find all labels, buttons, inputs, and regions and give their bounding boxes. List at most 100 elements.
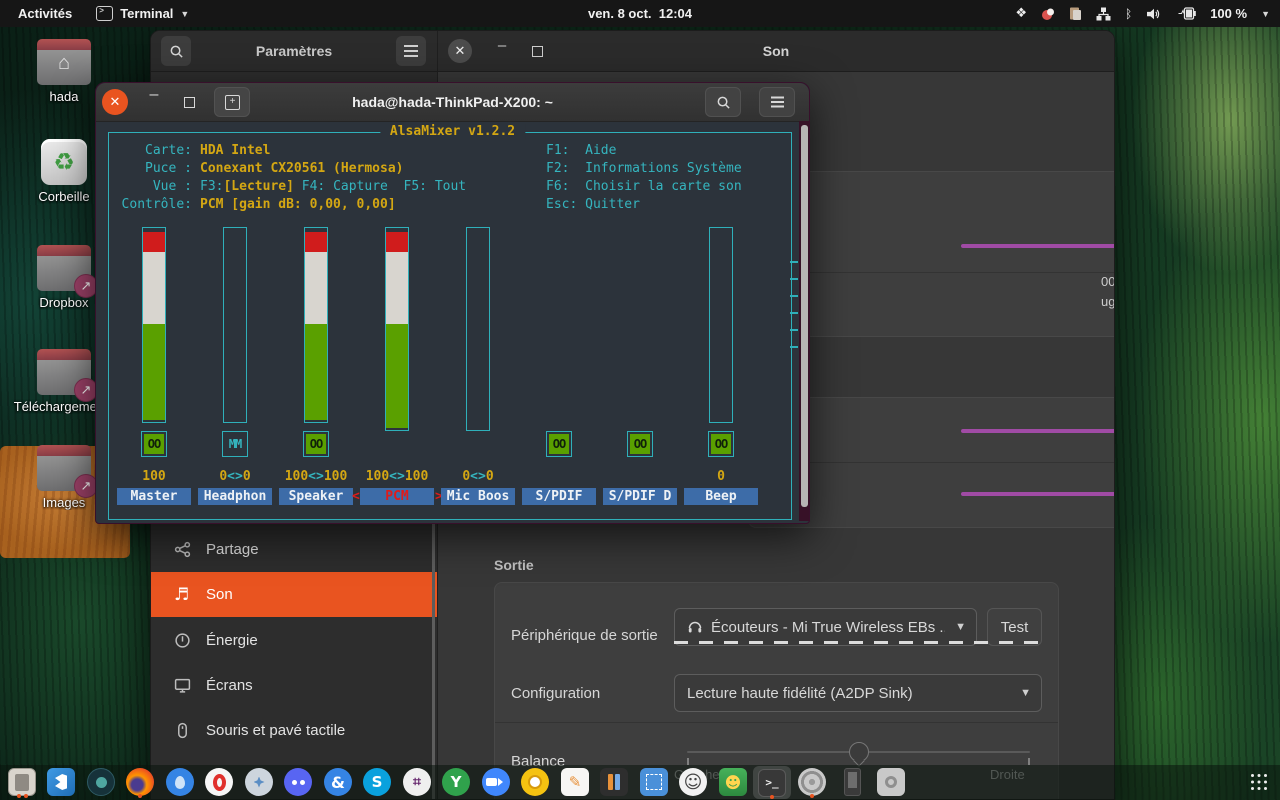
link-folder-icon: ↗ [37, 245, 98, 298]
dock-item-vscode[interactable] [44, 766, 78, 798]
sidebar-item-label: Son [206, 586, 233, 603]
level-slider-1[interactable] [961, 429, 1114, 433]
balance-slider[interactable] [687, 742, 1030, 762]
sidebar-item-energie[interactable]: Énergie [151, 618, 437, 663]
channel-label-master[interactable]: Master [117, 488, 191, 505]
dock-item-terminal[interactable]: >_ [753, 766, 791, 799]
output-section-title: Sortie [494, 557, 534, 573]
alsamixer-help: F1: Aide F2: Informations Système F6: Ch… [546, 143, 742, 212]
volume-bar-micboost[interactable] [466, 227, 490, 431]
dock-item-discord[interactable] [281, 766, 315, 798]
dock-item-green-y[interactable]: Y [439, 766, 473, 798]
activities-button[interactable]: Activités [12, 6, 78, 21]
configuration-dropdown[interactable]: Lecture haute fidélité (A2DP Sink) ▼ [674, 674, 1042, 712]
channel-label-speaker[interactable]: Speaker [279, 488, 353, 505]
terminal-scrollbar[interactable] [799, 121, 809, 521]
red-tray-icon[interactable] [1041, 7, 1055, 21]
volume-bar-headphone[interactable] [223, 227, 247, 423]
volume-icon[interactable] [1146, 7, 1162, 21]
channel-label-spdif-d[interactable]: S/PDIF D [603, 488, 677, 505]
channel-value: 0<>0 [462, 469, 494, 484]
text-editor-icon: ✎ [561, 768, 589, 796]
volume-bar-master[interactable] [142, 227, 166, 423]
scrollbar-thumb[interactable] [800, 125, 808, 507]
terminal-titlebar[interactable]: ✕ – + hada@hada-ThinkPad-X200: ~ [96, 83, 809, 122]
level-slider-2[interactable] [961, 492, 1114, 496]
dock-item-opera[interactable] [202, 766, 236, 798]
mute-switch-speaker[interactable]: OO [303, 431, 329, 457]
system-menu-chevron-icon[interactable]: ▼ [1261, 9, 1270, 19]
channel-label-spdif[interactable]: S/PDIF [522, 488, 596, 505]
speaker-app-icon [877, 768, 905, 796]
dock-item-web-browser[interactable] [242, 766, 276, 798]
alsamixer: AlsaMixer v1.2.2 Carte: HDA Intel Puce :C… [96, 121, 809, 521]
mute-switch-beep[interactable]: OO [708, 431, 734, 457]
mute-switch-headphone[interactable]: MM [222, 431, 248, 457]
channel-label-pcm-selected[interactable]: PCM [360, 488, 434, 505]
dock-item-firefox[interactable] [123, 766, 157, 798]
chevron-down-icon: ▼ [1020, 687, 1031, 699]
dock-item-skype[interactable]: S [360, 766, 394, 798]
dock-item-ampersand-app[interactable]: & [321, 766, 355, 798]
dock-item-speaker-app[interactable] [874, 766, 908, 798]
dock-item-phone-app[interactable] [835, 766, 869, 798]
chip-value: Conexant CX20561 (Hermosa) [200, 161, 404, 176]
volume-bar-beep[interactable] [709, 227, 733, 423]
channel-label-headphone[interactable]: Headphon [198, 488, 272, 505]
screen: ⌂ hada ♻ Corbeille ↗ Dropbox ↗ Télécharg… [0, 0, 1280, 800]
dock-item-clock-app[interactable] [518, 766, 552, 798]
output-device-label: Périphérique de sortie [511, 627, 658, 644]
dock-item-blue-app[interactable] [163, 766, 197, 798]
screenshot-tool-icon [640, 768, 668, 796]
dock-item-files[interactable] [5, 766, 39, 798]
terminal-menu-button[interactable] [759, 87, 795, 117]
sidebar-item-son[interactable]: ♬ Son [151, 572, 437, 617]
dock-item-panel-app[interactable] [597, 766, 631, 798]
system-volume-slider[interactable] [961, 244, 1114, 248]
smiley-app-icon: ☺ [679, 768, 707, 796]
show-applications-button[interactable] [1242, 766, 1276, 798]
dock-item-tweaks[interactable] [84, 766, 118, 798]
control-value: PCM [gain dB: 0,00, 0,00] [200, 197, 396, 212]
sidebar-item-label: Partage [206, 541, 259, 558]
clipboard-tray-icon[interactable] [1069, 6, 1082, 21]
battery-icon[interactable] [1176, 7, 1197, 20]
display-icon [174, 677, 192, 694]
mute-switch-master[interactable]: OO [141, 431, 167, 457]
dock-item-slack[interactable]: ⌗ [400, 766, 434, 798]
dock-item-text-editor[interactable]: ✎ [558, 766, 592, 798]
network-tray-icon[interactable] [1096, 7, 1111, 21]
dock-item-smiley[interactable]: ☺ [676, 766, 710, 798]
dock-item-zoom[interactable] [479, 766, 513, 798]
bluetooth-icon[interactable]: ᛒ [1125, 8, 1132, 20]
sidebar-scrollbar[interactable] [432, 512, 435, 799]
settings-header[interactable]: Paramètres ✕ – Son [151, 31, 1114, 72]
opera-icon [205, 768, 233, 796]
sidebar-item-souris[interactable]: Souris et pavé tactile [151, 708, 437, 753]
sidebar-item-label: Énergie [206, 632, 258, 649]
sidebar-item-partage[interactable]: Partage [151, 527, 437, 572]
web-browser-icon [245, 768, 273, 796]
mute-switch-spdif-d[interactable]: OO [627, 431, 653, 457]
focused-app-menu[interactable]: Terminal ▼ [96, 6, 189, 21]
phone-app-icon [843, 768, 861, 796]
dock-item-media-app[interactable]: ☻ [716, 766, 750, 798]
terminal-search-button[interactable] [705, 87, 741, 117]
dock-item-screenshot[interactable] [637, 766, 671, 798]
clock[interactable]: ven. 8 oct. 12:04 [588, 6, 692, 21]
dock-item-sound-recorder[interactable] [795, 766, 829, 798]
app-grid-icon [1250, 773, 1268, 791]
settings-menu-button[interactable] [396, 36, 426, 66]
terminal-icon: >_ [758, 768, 786, 797]
channel-label-beep[interactable]: Beep [684, 488, 758, 505]
mute-switch-spdif[interactable]: OO [546, 431, 572, 457]
configuration-value: Lecture haute fidélité (A2DP Sink) [687, 684, 913, 702]
sidebar-item-ecrans[interactable]: Écrans [151, 663, 437, 708]
overamplification-text: 00 %. Cela peut entraîner ugmenter les p… [1101, 274, 1115, 309]
balance-handle[interactable] [849, 742, 869, 762]
channel-label-micboost[interactable]: Mic Boos [441, 488, 515, 505]
volume-bar-pcm[interactable] [385, 227, 409, 431]
dropbox-tray-icon[interactable]: ❖ [1015, 7, 1027, 20]
sound-icon: ♬ [174, 584, 190, 605]
volume-bar-speaker[interactable] [304, 227, 328, 423]
